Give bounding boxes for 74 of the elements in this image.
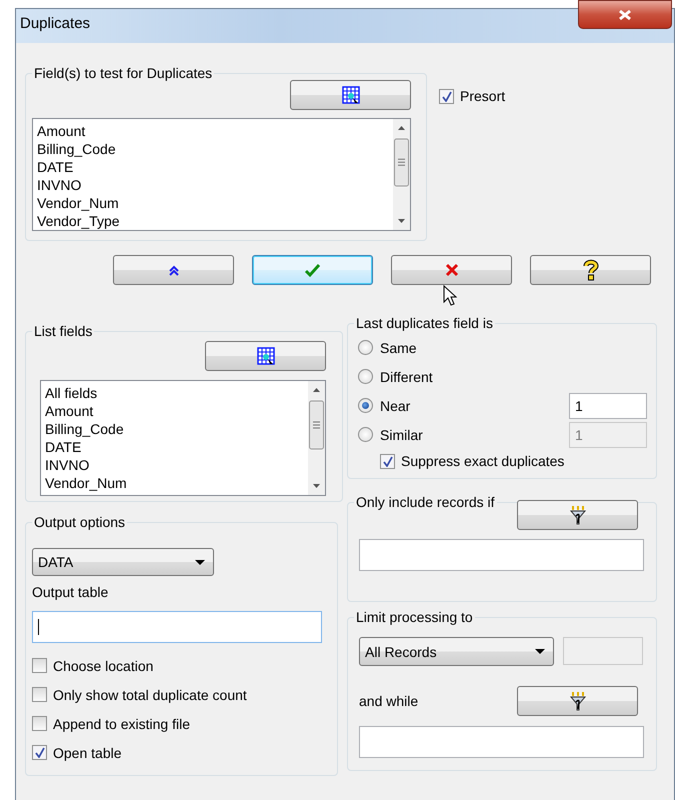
expression-button[interactable] bbox=[517, 686, 638, 716]
check-icon bbox=[304, 262, 321, 278]
list-item[interactable]: Amount bbox=[45, 402, 94, 420]
radio-button[interactable] bbox=[358, 340, 373, 355]
output-table-field[interactable] bbox=[32, 611, 322, 643]
group-label: Limit processing to bbox=[355, 609, 474, 625]
checkbox[interactable] bbox=[32, 687, 47, 702]
checkbox[interactable] bbox=[32, 745, 47, 760]
checkbox-label: Suppress exact duplicates bbox=[401, 453, 564, 469]
checkbox[interactable] bbox=[380, 454, 395, 468]
checkbox[interactable] bbox=[32, 658, 47, 673]
list-item[interactable]: Vendor_Num bbox=[45, 474, 127, 492]
group-label: Output options bbox=[33, 514, 126, 530]
group-label: Last duplicates field is bbox=[355, 315, 494, 331]
caret-down-icon bbox=[535, 649, 545, 654]
funnel-icon bbox=[568, 505, 586, 525]
list-item[interactable]: DATE bbox=[37, 158, 74, 176]
cancel-button[interactable] bbox=[391, 255, 512, 285]
list-item[interactable]: INVNO bbox=[37, 176, 82, 194]
group-label: Only include records if bbox=[355, 494, 496, 510]
checkbox-label: Presort bbox=[460, 88, 506, 104]
field-picker-button[interactable] bbox=[290, 80, 411, 110]
radio-label: Near bbox=[380, 398, 410, 414]
close-icon bbox=[618, 8, 632, 20]
help-button[interactable] bbox=[530, 255, 651, 285]
group-label: List fields bbox=[33, 323, 94, 339]
pointer-icon bbox=[443, 285, 457, 306]
number-field[interactable]: 1 bbox=[569, 392, 647, 418]
checkbox-label: Append to existing file bbox=[53, 716, 190, 732]
expression-field[interactable] bbox=[359, 726, 644, 758]
checkbox[interactable] bbox=[439, 88, 454, 104]
grid-icon bbox=[256, 347, 274, 365]
list-box[interactable]: Amount Billing_Code DATE INVNO Vendor_Num Vendor_Type bbox=[32, 118, 411, 231]
list-item[interactable]: All fields bbox=[45, 384, 98, 402]
number-field: 1 bbox=[569, 422, 647, 448]
expression-field[interactable] bbox=[359, 539, 644, 571]
list-item[interactable]: INVNO bbox=[45, 456, 90, 474]
radio-button[interactable] bbox=[358, 427, 373, 442]
group-label: Field(s) to test for Duplicates bbox=[33, 65, 214, 81]
field-label: and while bbox=[359, 693, 418, 709]
window-title: Duplicates bbox=[20, 15, 90, 32]
checkbox-label: Choose location bbox=[53, 658, 154, 674]
list-item[interactable]: Billing_Code bbox=[45, 420, 124, 438]
expression-button[interactable] bbox=[517, 500, 638, 530]
list-item[interactable]: Amount bbox=[37, 122, 86, 140]
radio-label: Different bbox=[380, 368, 433, 384]
move-up-button[interactable] bbox=[113, 255, 234, 285]
checkbox-label: Only show total duplicate count bbox=[53, 686, 247, 702]
field-picker-button[interactable] bbox=[205, 341, 326, 371]
scrollbar[interactable] bbox=[308, 381, 325, 495]
close-button[interactable] bbox=[578, 0, 672, 29]
list-box[interactable]: All fields Amount Billing_Code DATE INVNO Vendor_Num bbox=[40, 380, 326, 496]
chevrons-up-icon bbox=[168, 263, 180, 277]
format-dropdown[interactable]: DATA bbox=[32, 548, 214, 576]
text-caret bbox=[38, 619, 39, 635]
list-item[interactable]: Vendor_Type bbox=[37, 212, 120, 230]
radio-button[interactable] bbox=[358, 398, 373, 413]
list-item[interactable]: DATE bbox=[45, 438, 82, 456]
funnel-icon bbox=[568, 691, 586, 711]
field-label: Output table bbox=[32, 584, 110, 600]
caret-down-icon bbox=[195, 560, 205, 564]
radio-button[interactable] bbox=[358, 369, 373, 384]
cross-icon bbox=[444, 263, 458, 277]
question-mark-icon bbox=[582, 259, 600, 281]
list-item[interactable]: Vendor_Num bbox=[37, 194, 119, 212]
radio-label: Same bbox=[380, 340, 417, 356]
radio-label: Similar bbox=[380, 426, 423, 442]
checkbox-label: Open table bbox=[53, 744, 122, 760]
checkbox[interactable] bbox=[32, 716, 47, 731]
scrollbar[interactable] bbox=[393, 119, 410, 230]
grid-icon bbox=[342, 86, 360, 104]
list-item[interactable]: Billing_Code bbox=[37, 140, 116, 158]
ok-button[interactable] bbox=[252, 255, 373, 285]
scope-dropdown[interactable]: All Records bbox=[359, 637, 554, 666]
